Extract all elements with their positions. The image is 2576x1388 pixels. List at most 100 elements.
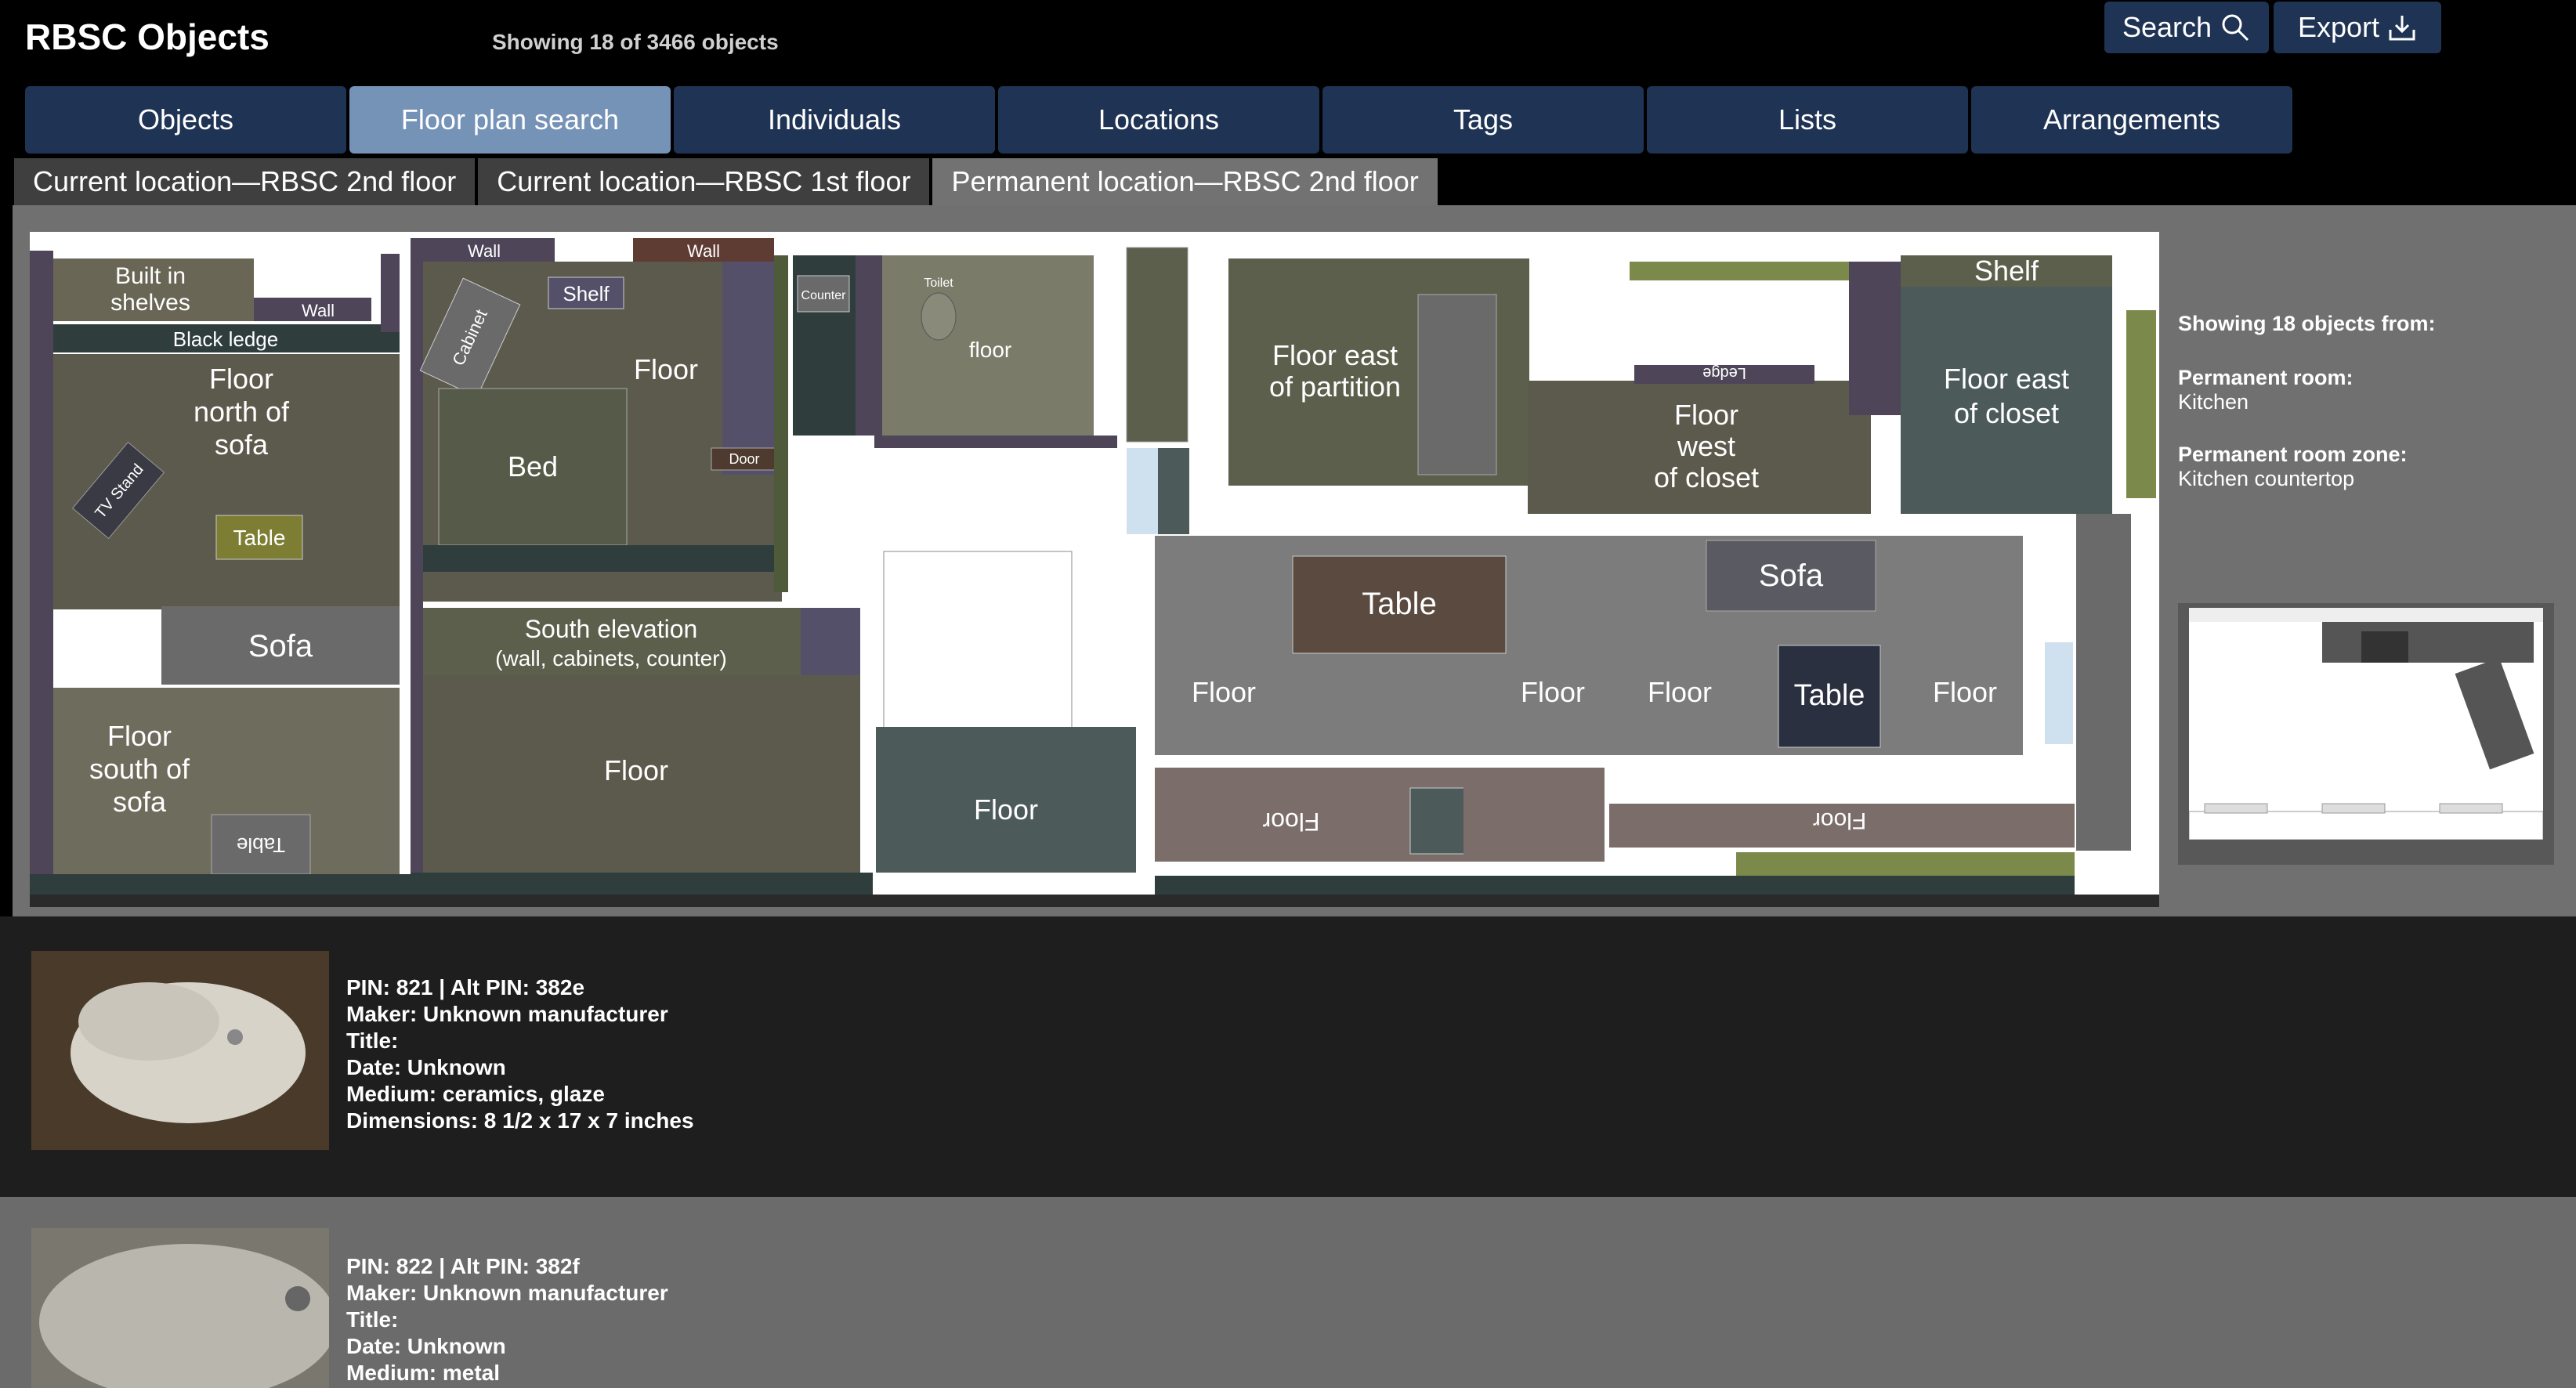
result-card[interactable]: PIN: 822 | Alt PIN: 382f Maker: Unknown … (0, 1197, 2576, 1388)
medium: Medium: ceramics, glaze (346, 1082, 605, 1106)
wall-segment[interactable] (411, 873, 873, 895)
tab-floor-plan-search[interactable]: Floor plan search (349, 86, 671, 154)
label: Floor (209, 363, 273, 395)
metal-fish-image (31, 1228, 329, 1388)
pin: PIN: 821 | Alt PIN: 382e (346, 975, 585, 999)
fish-tureen-image (31, 951, 329, 1150)
tab-tags[interactable]: Tags (1322, 86, 1644, 154)
floor-west-of-partition[interactable] (1126, 247, 1189, 443)
niche[interactable] (381, 254, 400, 332)
wall-segment[interactable] (30, 874, 411, 895)
wall-segment[interactable] (411, 238, 423, 895)
object-metadata: PIN: 821 | Alt PIN: 382e Maker: Unknown … (346, 974, 694, 1134)
room-south: South elevation (wall, cabinets, counter… (411, 608, 873, 895)
thumbnail-canvas (2188, 608, 2544, 840)
label: Sofa (1759, 558, 1824, 593)
wall-segment[interactable] (774, 255, 788, 592)
ceiling[interactable] (2045, 642, 2073, 744)
closet[interactable] (1849, 262, 1901, 415)
wall-segment[interactable] (856, 255, 882, 436)
label: Floor (1521, 676, 1585, 708)
label: Shelf (1974, 255, 2039, 287)
label: Shelf (563, 282, 610, 305)
shelves[interactable] (1736, 852, 2075, 876)
bottom-floor[interactable] (1463, 768, 1605, 862)
search-button[interactable]: Search (2104, 2, 2269, 53)
label: Floor (1933, 676, 1997, 708)
label: of partition (1269, 370, 1401, 403)
search-icon (2222, 14, 2249, 42)
pin: PIN: 822 | Alt PIN: 382f (346, 1254, 580, 1278)
result-card[interactable]: PIN: 821 | Alt PIN: 382e Maker: Unknown … (0, 916, 2576, 1197)
export-button[interactable]: Export (2274, 2, 2441, 53)
object-metadata: PIN: 822 | Alt PIN: 382f Maker: Unknown … (346, 1253, 668, 1386)
room-left: Built in shelves Wall Black ledge Floor … (30, 251, 411, 895)
label: Wall (302, 301, 335, 320)
label: Bed (508, 450, 558, 483)
zone-value: Kitchen countertop (2178, 467, 2355, 490)
search-label: Search (2122, 11, 2212, 43)
label: Black ledge (173, 327, 278, 351)
label: Floor (1674, 399, 1738, 431)
kitchen-plan-icon (2188, 608, 2544, 840)
label: Floor (1262, 808, 1319, 836)
tab-arrangements[interactable]: Arrangements (1971, 86, 2292, 154)
selection-summary: Showing 18 objects from: Permanent room:… (2178, 312, 2554, 491)
date: Date: Unknown (346, 1055, 506, 1079)
sofa[interactable] (1417, 294, 1497, 475)
label: Wall (687, 241, 720, 261)
label: Floor (1192, 676, 1256, 708)
label: sofa (113, 786, 167, 818)
date: Date: Unknown (346, 1334, 506, 1358)
toilet[interactable] (921, 292, 957, 341)
tab-objects[interactable]: Objects (25, 86, 346, 154)
export-label: Export (2297, 11, 2380, 43)
room-value: Kitchen (2178, 390, 2249, 414)
label: west (1677, 430, 1735, 462)
label: Toilet (924, 277, 953, 290)
floor-and-pedestals[interactable] (2076, 514, 2131, 851)
tab-locations[interactable]: Locations (998, 86, 1319, 154)
label: shelves (110, 290, 190, 316)
staircase-wall[interactable] (1630, 262, 1883, 280)
label: sofa (215, 428, 269, 461)
wall-segment[interactable] (874, 436, 1117, 448)
wall-windowsill[interactable] (2126, 310, 2156, 498)
subtab-current-1st[interactable]: Current location—RBSC 1st floor (478, 158, 930, 205)
label: (wall, cabinets, counter) (495, 646, 727, 671)
wall-segment[interactable] (1155, 876, 2075, 895)
floor[interactable] (1158, 448, 1189, 534)
summary-heading: Showing 18 objects from: (2178, 312, 2436, 335)
maker: Maker: Unknown manufacturer (346, 1002, 668, 1026)
object-title: Title: (346, 1307, 399, 1332)
ceiling[interactable] (1127, 448, 1158, 534)
location-subtabs: Current location—RBSC 2nd floor Current … (14, 158, 1438, 205)
object-title: Title: (346, 1028, 399, 1053)
subtab-current-2nd[interactable]: Current location—RBSC 2nd floor (14, 158, 476, 205)
built-in-shelves-vertical[interactable] (722, 262, 777, 475)
object-thumbnail (31, 1228, 329, 1388)
label: Table (1362, 587, 1437, 621)
label: Door (729, 451, 759, 467)
label: South elevation (525, 615, 698, 643)
tab-lists[interactable]: Lists (1647, 86, 1968, 154)
medium: Medium: metal (346, 1361, 501, 1385)
label: Built in (115, 263, 186, 289)
label: floor (969, 338, 1011, 362)
label: Sofa (248, 629, 313, 663)
label: Floor (634, 353, 698, 385)
label: Floor (1648, 676, 1712, 708)
page: { "app":{"title":"RBSC Objects","showing… (0, 0, 2576, 1388)
room-bathroom: Counter floor Toilet (793, 255, 1117, 448)
room-thumbnail[interactable] (2178, 603, 2554, 865)
tab-individuals[interactable]: Individuals (674, 86, 995, 154)
label: of closet (1954, 397, 2059, 429)
wall-segment[interactable] (30, 251, 53, 877)
room-label: Permanent room: (2178, 366, 2353, 389)
label: Floor (974, 793, 1038, 826)
subtab-permanent-2nd[interactable]: Permanent location—RBSC 2nd floor (932, 158, 1438, 205)
label: Table (1794, 679, 1865, 712)
label: Counter (801, 289, 847, 302)
shelf-row[interactable] (423, 545, 782, 572)
label: north of (194, 396, 290, 428)
